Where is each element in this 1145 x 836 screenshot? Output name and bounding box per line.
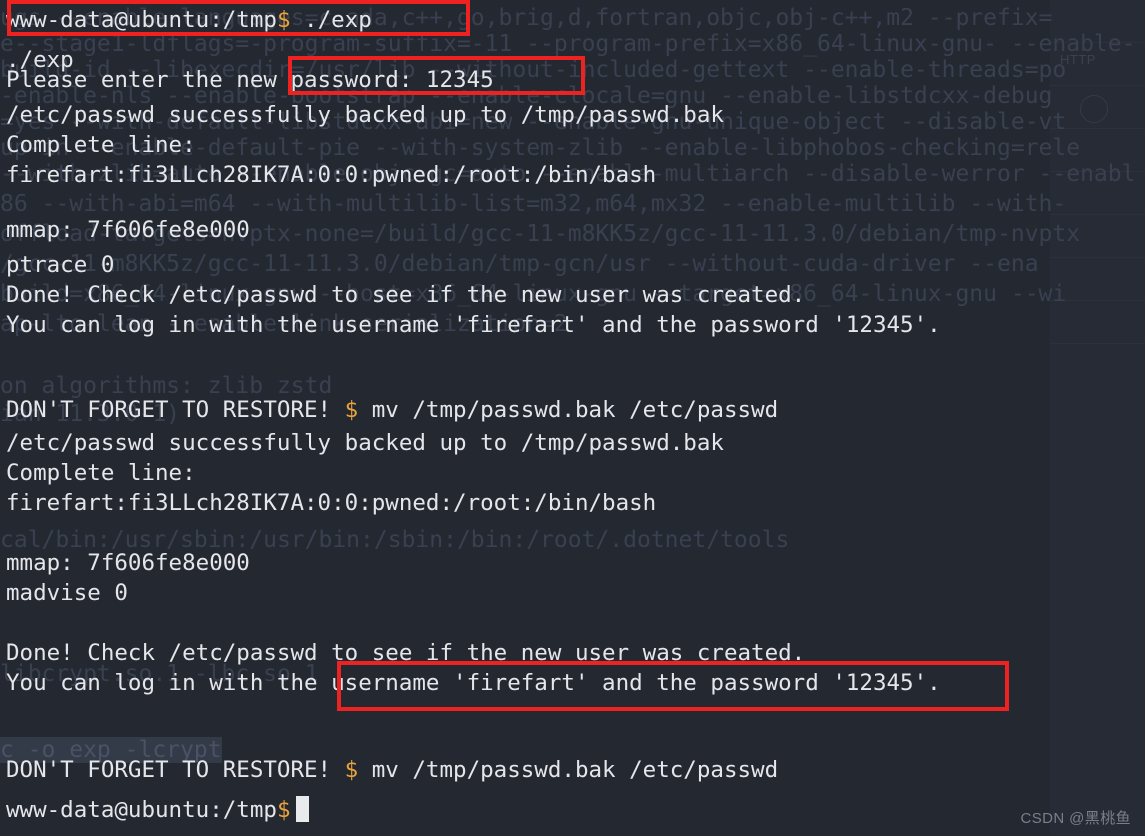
terminal-line: www-data@ubuntu:/tmp$ (6, 790, 310, 830)
prompt-dollar-sign: $ (344, 397, 359, 423)
shell-prompt: www-data@ubuntu:/tmp (6, 7, 277, 33)
terminal-window[interactable]: HTTP ugs --enable-languages=c,ada,c++,go… (0, 0, 1145, 836)
terminal-line: DON'T FORGET TO RESTORE! $ mv /tmp/passw… (6, 750, 778, 790)
terminal-line: mmap: 7f606fe8e000 (6, 217, 250, 243)
terminal-line: firefart:fi3LLch28IK7A:0:0:pwned:/root:/… (6, 490, 657, 516)
prompt-dollar-sign: $ (276, 7, 291, 33)
restore-warning-text: DON'T FORGET TO RESTORE! (6, 757, 345, 783)
terminal-line: madvise 0 (6, 580, 128, 606)
terminal-line: www-data@ubuntu:/tmp$ ./exp (6, 0, 372, 40)
restore-command-text: mv /tmp/passwd.bak /etc/passwd (358, 757, 779, 783)
restore-warning-text: DON'T FORGET TO RESTORE! (6, 397, 345, 423)
prompt-dollar-sign: $ (344, 757, 359, 783)
terminal-line: firefart:fi3LLch28IK7A:0:0:pwned:/root:/… (6, 162, 657, 188)
restore-command-text: mv /tmp/passwd.bak /etc/passwd (358, 397, 779, 423)
terminal-line: You can log in with the username 'firefa… (6, 312, 941, 338)
terminal-line: Please enter the new password: 12345 (6, 67, 494, 93)
watermark: CSDN @黑桃鱼 (1020, 810, 1131, 827)
command-text: ./exp (290, 7, 372, 33)
prompt-dollar-sign: $ (276, 797, 291, 823)
text-cursor[interactable] (296, 796, 310, 822)
terminal-line: You can log in with the username 'firefa… (6, 670, 941, 696)
shell-prompt: www-data@ubuntu:/tmp (6, 797, 277, 823)
terminal-output[interactable]: www-data@ubuntu:/tmp$ ./exp ./exp Please e… (0, 0, 1145, 836)
